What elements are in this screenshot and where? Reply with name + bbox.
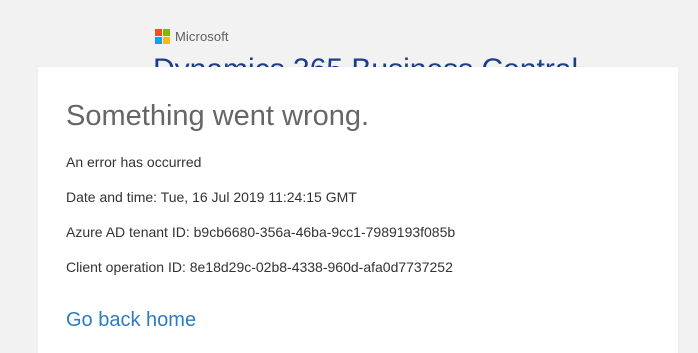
- error-date-time: Date and time: Tue, 16 Jul 2019 11:24:15…: [66, 189, 357, 205]
- brand-name: Microsoft: [175, 29, 229, 44]
- tenant-id: Azure AD tenant ID: b9cb6680-356a-46ba-9…: [66, 224, 456, 240]
- go-back-home-link[interactable]: Go back home: [66, 308, 196, 332]
- microsoft-brand: Microsoft: [155, 29, 229, 44]
- microsoft-logo-icon: [155, 29, 170, 44]
- error-page: Microsoft Dynamics 365 Business Central …: [0, 0, 698, 353]
- client-operation-id: Client operation ID: 8e18d29c-02b8-4338-…: [66, 259, 453, 275]
- error-title: Something went wrong.: [66, 100, 370, 132]
- error-card: Something went wrong. An error has occur…: [38, 67, 678, 353]
- error-message: An error has occurred: [66, 154, 202, 170]
